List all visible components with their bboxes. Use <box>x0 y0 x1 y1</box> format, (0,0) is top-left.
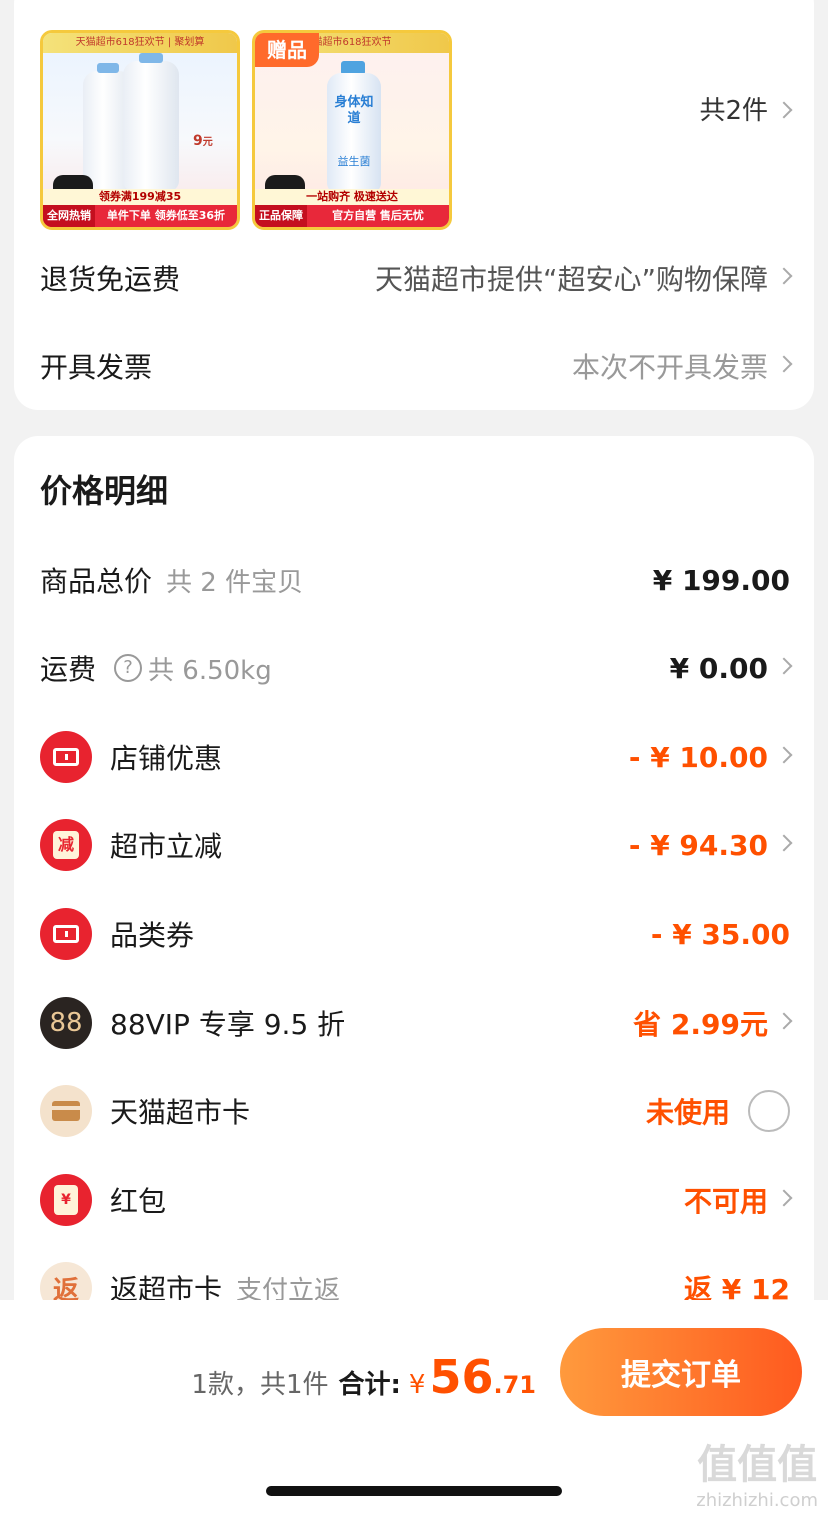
product-thumbnail-probiotic[interactable]: 猫超市618狂欢节 赠品 身体知道 益生菌 一站购齐 极速送达 正品保障 官方自… <box>252 30 452 230</box>
supermarket-card-value: 未使用 <box>645 1096 730 1129</box>
price-details-card: 价格明细 商品总价 共 2 件宝贝 ¥ 199.00 运费 ? 共 6.50kg… <box>14 436 814 1316</box>
supermarket-card-row[interactable]: 天猫超市卡 未使用 <box>40 1085 790 1137</box>
coupon-icon <box>40 908 92 960</box>
promo-text: 领券满199减35 <box>43 189 237 205</box>
return-label: 退货免运费 <box>40 263 181 296</box>
vip-discount-row[interactable]: 88 88VIP 专享 9.5 折 省 2.99元 <box>40 997 793 1049</box>
item-count: 共2件 <box>699 96 768 126</box>
red-packet-value: 不可用 <box>683 1185 768 1218</box>
instant-discount-value: - ¥ 94.30 <box>628 828 768 862</box>
shipping-fee-row[interactable]: 运费 ? 共 6.50kg ¥ 0.00 <box>40 642 793 694</box>
instant-discount-label: 超市立减 <box>110 830 223 863</box>
probiotic-bottle-image: 身体知道 益生菌 <box>327 73 381 193</box>
shop-discount-value: - ¥ 10.00 <box>628 740 768 774</box>
bottle-cap <box>97 63 119 73</box>
shipping-weight: 共 6.50kg <box>148 655 272 686</box>
gift-card-icon <box>40 1085 92 1137</box>
supermarket-card-label: 天猫超市卡 <box>110 1096 251 1129</box>
vip-discount-label: 88VIP 专享 9.5 折 <box>110 1008 346 1041</box>
subtotal-value: ¥ 199.00 <box>652 563 790 597</box>
submit-order-button[interactable]: 提交订单 <box>560 1328 802 1416</box>
red-packet-label: 红包 <box>110 1185 167 1218</box>
88vip-icon: 88 <box>40 997 92 1049</box>
bottle-cap <box>139 53 163 63</box>
milk-bottle-image <box>123 61 179 191</box>
hot-tag: 全网热销 <box>43 205 95 227</box>
promo-text: 一站购齐 极速送达 <box>255 189 449 205</box>
return-value: 天猫超市提供“超安心”购物保障 <box>374 263 768 296</box>
discount-icon: 减 <box>40 819 92 871</box>
product-bottom-band: 全网热销 单件下单 领券低至36折 <box>43 205 237 227</box>
subtotal-label: 商品总价 <box>40 565 153 598</box>
chevron-right-icon <box>775 1189 793 1207</box>
shop-discount-label: 店铺优惠 <box>110 742 223 775</box>
product-thumbnail-milk[interactable]: 天猫超市618狂欢节 | 聚划算 9元 领券满199减35 全网热销 单件下单 … <box>40 30 240 230</box>
gift-badge: 赠品 <box>255 33 319 67</box>
currency-symbol: ¥ <box>408 1370 426 1400</box>
shipping-label: 运费 <box>40 653 97 686</box>
authentic-tag: 正品保障 <box>255 205 307 227</box>
watermark-site: zhizhizhi.com <box>696 1490 818 1511</box>
total-label: 合计: <box>338 1370 401 1400</box>
total-decimal: .71 <box>493 1371 536 1399</box>
red-packet-row[interactable]: ¥ 红包 不可用 <box>40 1174 793 1226</box>
subtotal-sub: 共 2 件宝贝 <box>166 567 304 598</box>
price-details-title: 价格明细 <box>40 472 169 510</box>
chevron-right-icon <box>775 101 793 118</box>
category-coupon-value: - ¥ 35.00 <box>650 917 790 951</box>
shipping-value: ¥ 0.00 <box>669 651 768 685</box>
chevron-right-icon <box>775 657 793 675</box>
category-coupon-row[interactable]: 品类券 - ¥ 35.00 <box>40 908 790 960</box>
help-icon[interactable]: ? <box>114 654 143 682</box>
subtotal-row: 商品总价 共 2 件宝贝 ¥ 199.00 <box>40 554 790 606</box>
shop-discount-row[interactable]: 店铺优惠 - ¥ 10.00 <box>40 731 793 783</box>
bottle-sublabel: 益生菌 <box>337 155 371 168</box>
site-watermark: 值值值 zhizhizhi.com <box>696 1432 818 1511</box>
category-coupon-label: 品类券 <box>110 919 195 952</box>
home-indicator[interactable] <box>266 1486 562 1496</box>
product-bottom-band: 正品保障 官方自营 售后无忧 <box>255 205 449 227</box>
invoice-label: 开具发票 <box>40 351 153 384</box>
order-items-card: 天猫超市618狂欢节 | 聚划算 9元 领券满199减35 全网热销 单件下单 … <box>14 0 814 410</box>
supermarket-card-radio[interactable] <box>748 1090 790 1132</box>
total-integer: 56 <box>429 1350 494 1404</box>
order-summary: 1款，共1件 合计: ¥ 56 .71 <box>191 1350 536 1404</box>
bottom-text: 单件下单 领券低至36折 <box>106 209 226 222</box>
checkout-bar: 1款，共1件 合计: ¥ 56 .71 提交订单 值值值 zhizhizhi.c… <box>0 1300 828 1514</box>
bottle-label: 身体知道 <box>334 95 374 126</box>
chevron-right-icon <box>775 834 793 852</box>
price-tag: 9 <box>193 133 203 149</box>
red-packet-icon: ¥ <box>40 1174 92 1226</box>
invoice-value: 本次不开具发票 <box>571 351 768 384</box>
chevron-right-icon <box>775 746 793 764</box>
item-summary: 1款，共1件 <box>191 1370 329 1400</box>
watermark-glyphs: 值值值 <box>697 1442 818 1488</box>
coupon-icon <box>40 731 92 783</box>
invoice-row[interactable]: 开具发票 本次不开具发票 <box>40 346 793 386</box>
return-shipping-row[interactable]: 退货免运费 天猫超市提供“超安心”购物保障 <box>40 258 793 298</box>
festival-banner: 天猫超市618狂欢节 | 聚划算 <box>43 33 237 53</box>
chevron-right-icon <box>775 267 793 285</box>
chevron-right-icon <box>775 1012 793 1030</box>
chevron-right-icon <box>775 355 793 373</box>
item-count-link[interactable]: 共2件 <box>699 90 793 127</box>
instant-discount-row[interactable]: 减 超市立减 - ¥ 94.30 <box>40 819 793 871</box>
price-unit: 元 <box>202 137 213 148</box>
vip-discount-value: 省 2.99元 <box>633 1008 768 1041</box>
bottom-text: 官方自营 售后无忧 <box>332 209 424 222</box>
